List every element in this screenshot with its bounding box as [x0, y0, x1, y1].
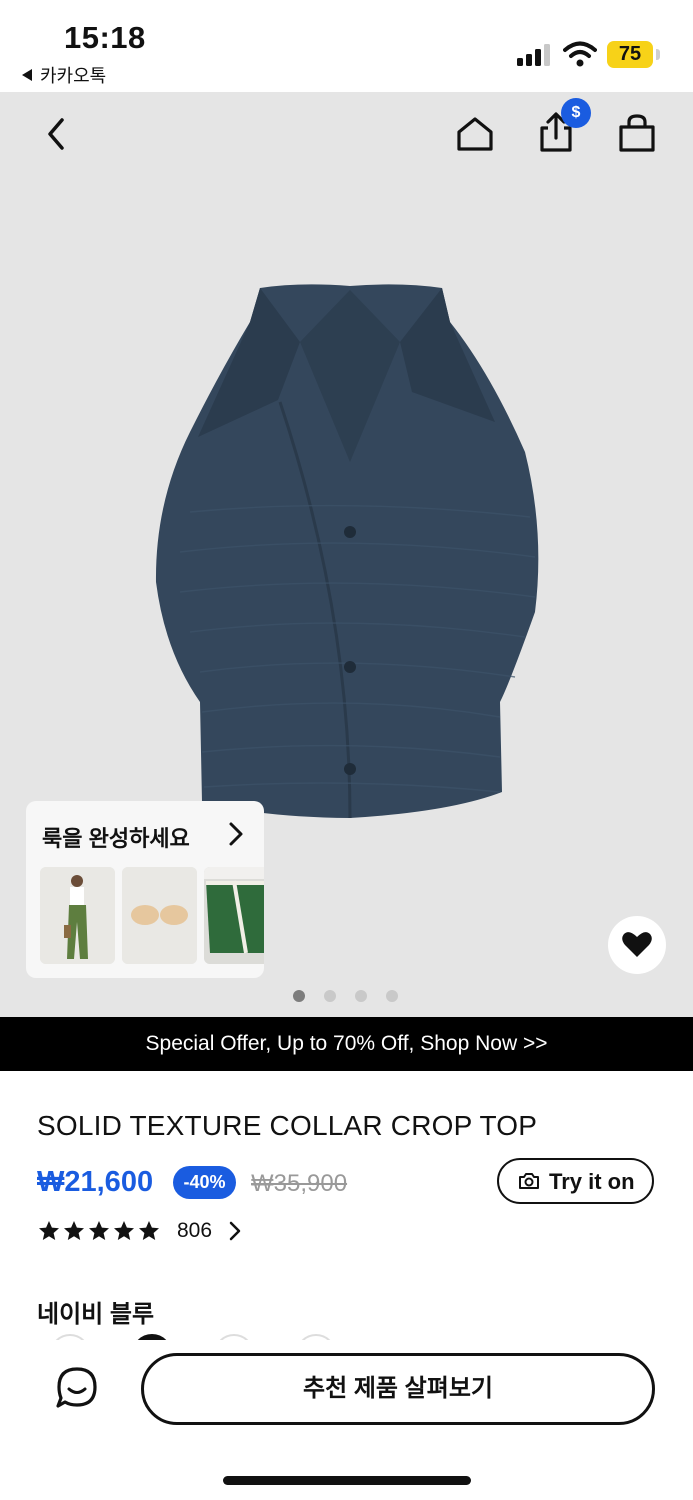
battery-indicator: 75: [607, 41, 653, 68]
back-to-app-link[interactable]: 카카오톡: [22, 62, 106, 88]
browse-recommendations-button[interactable]: 추천 제품 살펴보기: [141, 1353, 655, 1425]
home-indicator: [223, 1476, 471, 1485]
promo-banner[interactable]: Special Offer, Up to 70% Off, Shop Now >…: [0, 1017, 693, 1071]
shopping-bag-icon[interactable]: [615, 112, 659, 156]
chat-icon[interactable]: [54, 1365, 100, 1411]
home-icon[interactable]: [453, 112, 497, 156]
star-icon: [64, 1221, 84, 1240]
outfit-image: [40, 867, 115, 964]
battery-tip: [656, 49, 660, 60]
star-icon: [39, 1221, 59, 1240]
heart-icon: [622, 932, 652, 957]
carousel-dot-4[interactable]: [386, 990, 398, 1002]
skirt-image: [204, 867, 264, 964]
chevron-right-icon[interactable]: [228, 1220, 242, 1242]
sale-price: ₩21,600: [37, 1166, 154, 1198]
original-price: ₩35,900: [251, 1170, 348, 1197]
status-time: 15:18: [64, 20, 146, 55]
wishlist-button[interactable]: [608, 916, 666, 974]
carousel-indicator: [293, 990, 403, 1002]
look-item-outfit-thumbnail[interactable]: [40, 867, 115, 964]
carousel-dot-1[interactable]: [293, 990, 305, 1002]
chevron-right-icon: [229, 822, 243, 846]
carousel-dot-3[interactable]: [355, 990, 367, 1002]
review-count-link[interactable]: 806: [177, 1219, 212, 1243]
look-item-skirt-thumbnail[interactable]: [204, 867, 264, 964]
discount-badge: -40%: [173, 1166, 236, 1199]
look-item-accessory-thumbnail[interactable]: [122, 867, 197, 964]
try-it-on-label: Try it on: [549, 1169, 635, 1194]
cellular-signal-icon: [517, 44, 551, 66]
back-triangle-icon: [22, 69, 32, 82]
rating-stars: [37, 1219, 162, 1243]
camera-icon: [519, 1173, 539, 1189]
complete-look-card[interactable]: 룩을 완성하세요: [26, 801, 264, 978]
color-name: 네이비 블루: [37, 1301, 155, 1328]
carousel-dot-2[interactable]: [324, 990, 336, 1002]
star-icon: [139, 1221, 159, 1240]
product-title: SOLID TEXTURE COLLAR CROP TOP: [37, 1110, 538, 1141]
star-icon: [114, 1221, 134, 1240]
accessory-image: [122, 867, 197, 964]
try-it-on-button[interactable]: Try it on: [497, 1158, 654, 1204]
star-icon: [89, 1221, 109, 1240]
share-reward-badge: $: [561, 98, 591, 128]
back-app-label: 카카오톡: [40, 66, 107, 86]
complete-look-title: 룩을 완성하세요: [42, 826, 190, 851]
product-image-gallery[interactable]: $ 룩을 완성하세요: [0, 92, 693, 1017]
wifi-icon: [563, 41, 597, 67]
status-bar: 15:18 카카오톡 75: [0, 0, 693, 92]
back-icon[interactable]: [36, 112, 80, 156]
